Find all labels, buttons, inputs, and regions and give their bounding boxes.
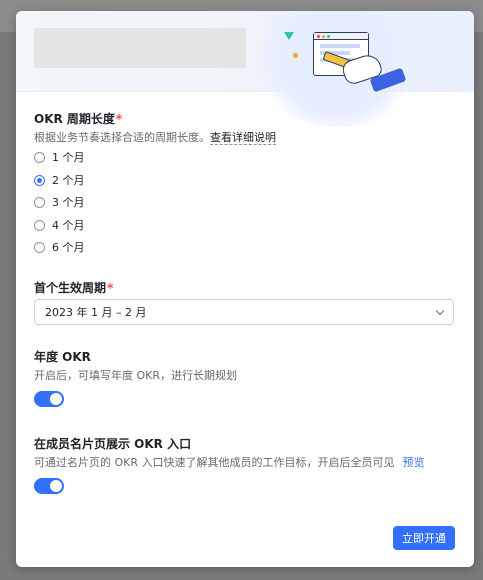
- dialog-banner: [16, 11, 474, 127]
- profile-entry-toggle[interactable]: [34, 478, 64, 494]
- cycle-length-title-text: OKR 周期长度: [34, 112, 115, 126]
- view-details-link[interactable]: 查看详细说明: [210, 131, 276, 145]
- radio-unchecked-icon[interactable]: [34, 196, 45, 208]
- chevron-down-icon: [435, 306, 445, 315]
- cycle-length-description: 根据业务节奏选择合适的周期长度。查看详细说明: [34, 129, 276, 145]
- okr-setup-dialog: OKR 周期长度* 根据业务节奏选择合适的周期长度。查看详细说明 1 个月 2 …: [16, 11, 474, 567]
- dot-decoration-icon: [293, 53, 298, 58]
- annual-okr-title: 年度 OKR: [34, 350, 91, 364]
- toggle-knob: [50, 480, 62, 492]
- cycle-option-label: 3 个月: [52, 196, 85, 209]
- preview-link[interactable]: 预览: [403, 456, 425, 469]
- cycle-option-4-months[interactable]: 4 个月: [34, 217, 85, 233]
- cycle-option-1-month[interactable]: 1 个月: [34, 149, 85, 165]
- radio-unchecked-icon[interactable]: [34, 151, 45, 163]
- cycle-option-3-months[interactable]: 3 个月: [34, 194, 85, 210]
- cycle-option-label: 6 个月: [52, 241, 85, 254]
- triangle-decoration-icon: [284, 32, 294, 40]
- cycle-length-description-text: 根据业务节奏选择合适的周期长度。: [34, 131, 210, 144]
- cycle-option-label: 4 个月: [52, 219, 85, 232]
- radio-unchecked-icon[interactable]: [34, 219, 45, 231]
- annual-okr-toggle[interactable]: [34, 391, 64, 407]
- first-cycle-selected-value: 2023 年 1 月 – 2 月: [45, 306, 147, 319]
- cycle-option-2-months[interactable]: 2 个月: [34, 172, 85, 188]
- cycle-option-label: 1 个月: [52, 151, 85, 164]
- cycle-option-6-months[interactable]: 6 个月: [34, 239, 85, 255]
- profile-entry-description-text: 可通过名片页的 OKR 入口快速了解其他成员的工作目标，开启后全员可见: [34, 456, 395, 469]
- radio-unchecked-icon[interactable]: [34, 241, 45, 253]
- first-cycle-title-text: 首个生效周期: [34, 281, 107, 295]
- radio-checked-icon[interactable]: [34, 174, 45, 186]
- annual-okr-description: 开启后，可填写年度 OKR，进行长期规划: [34, 369, 238, 382]
- banner-title-placeholder: [34, 28, 246, 68]
- activate-now-button[interactable]: 立即开通: [393, 526, 455, 550]
- first-cycle-title: 首个生效周期*: [34, 279, 113, 296]
- toggle-knob: [50, 393, 62, 405]
- cycle-option-label: 2 个月: [52, 174, 85, 187]
- required-mark: *: [107, 281, 114, 295]
- cycle-length-title: OKR 周期长度*: [34, 110, 122, 127]
- profile-entry-title: 在成员名片页展示 OKR 入口: [34, 437, 192, 451]
- first-cycle-select[interactable]: 2023 年 1 月 – 2 月: [34, 299, 454, 325]
- profile-entry-description: 可通过名片页的 OKR 入口快速了解其他成员的工作目标，开启后全员可见 预览: [34, 454, 425, 470]
- required-mark: *: [115, 112, 123, 126]
